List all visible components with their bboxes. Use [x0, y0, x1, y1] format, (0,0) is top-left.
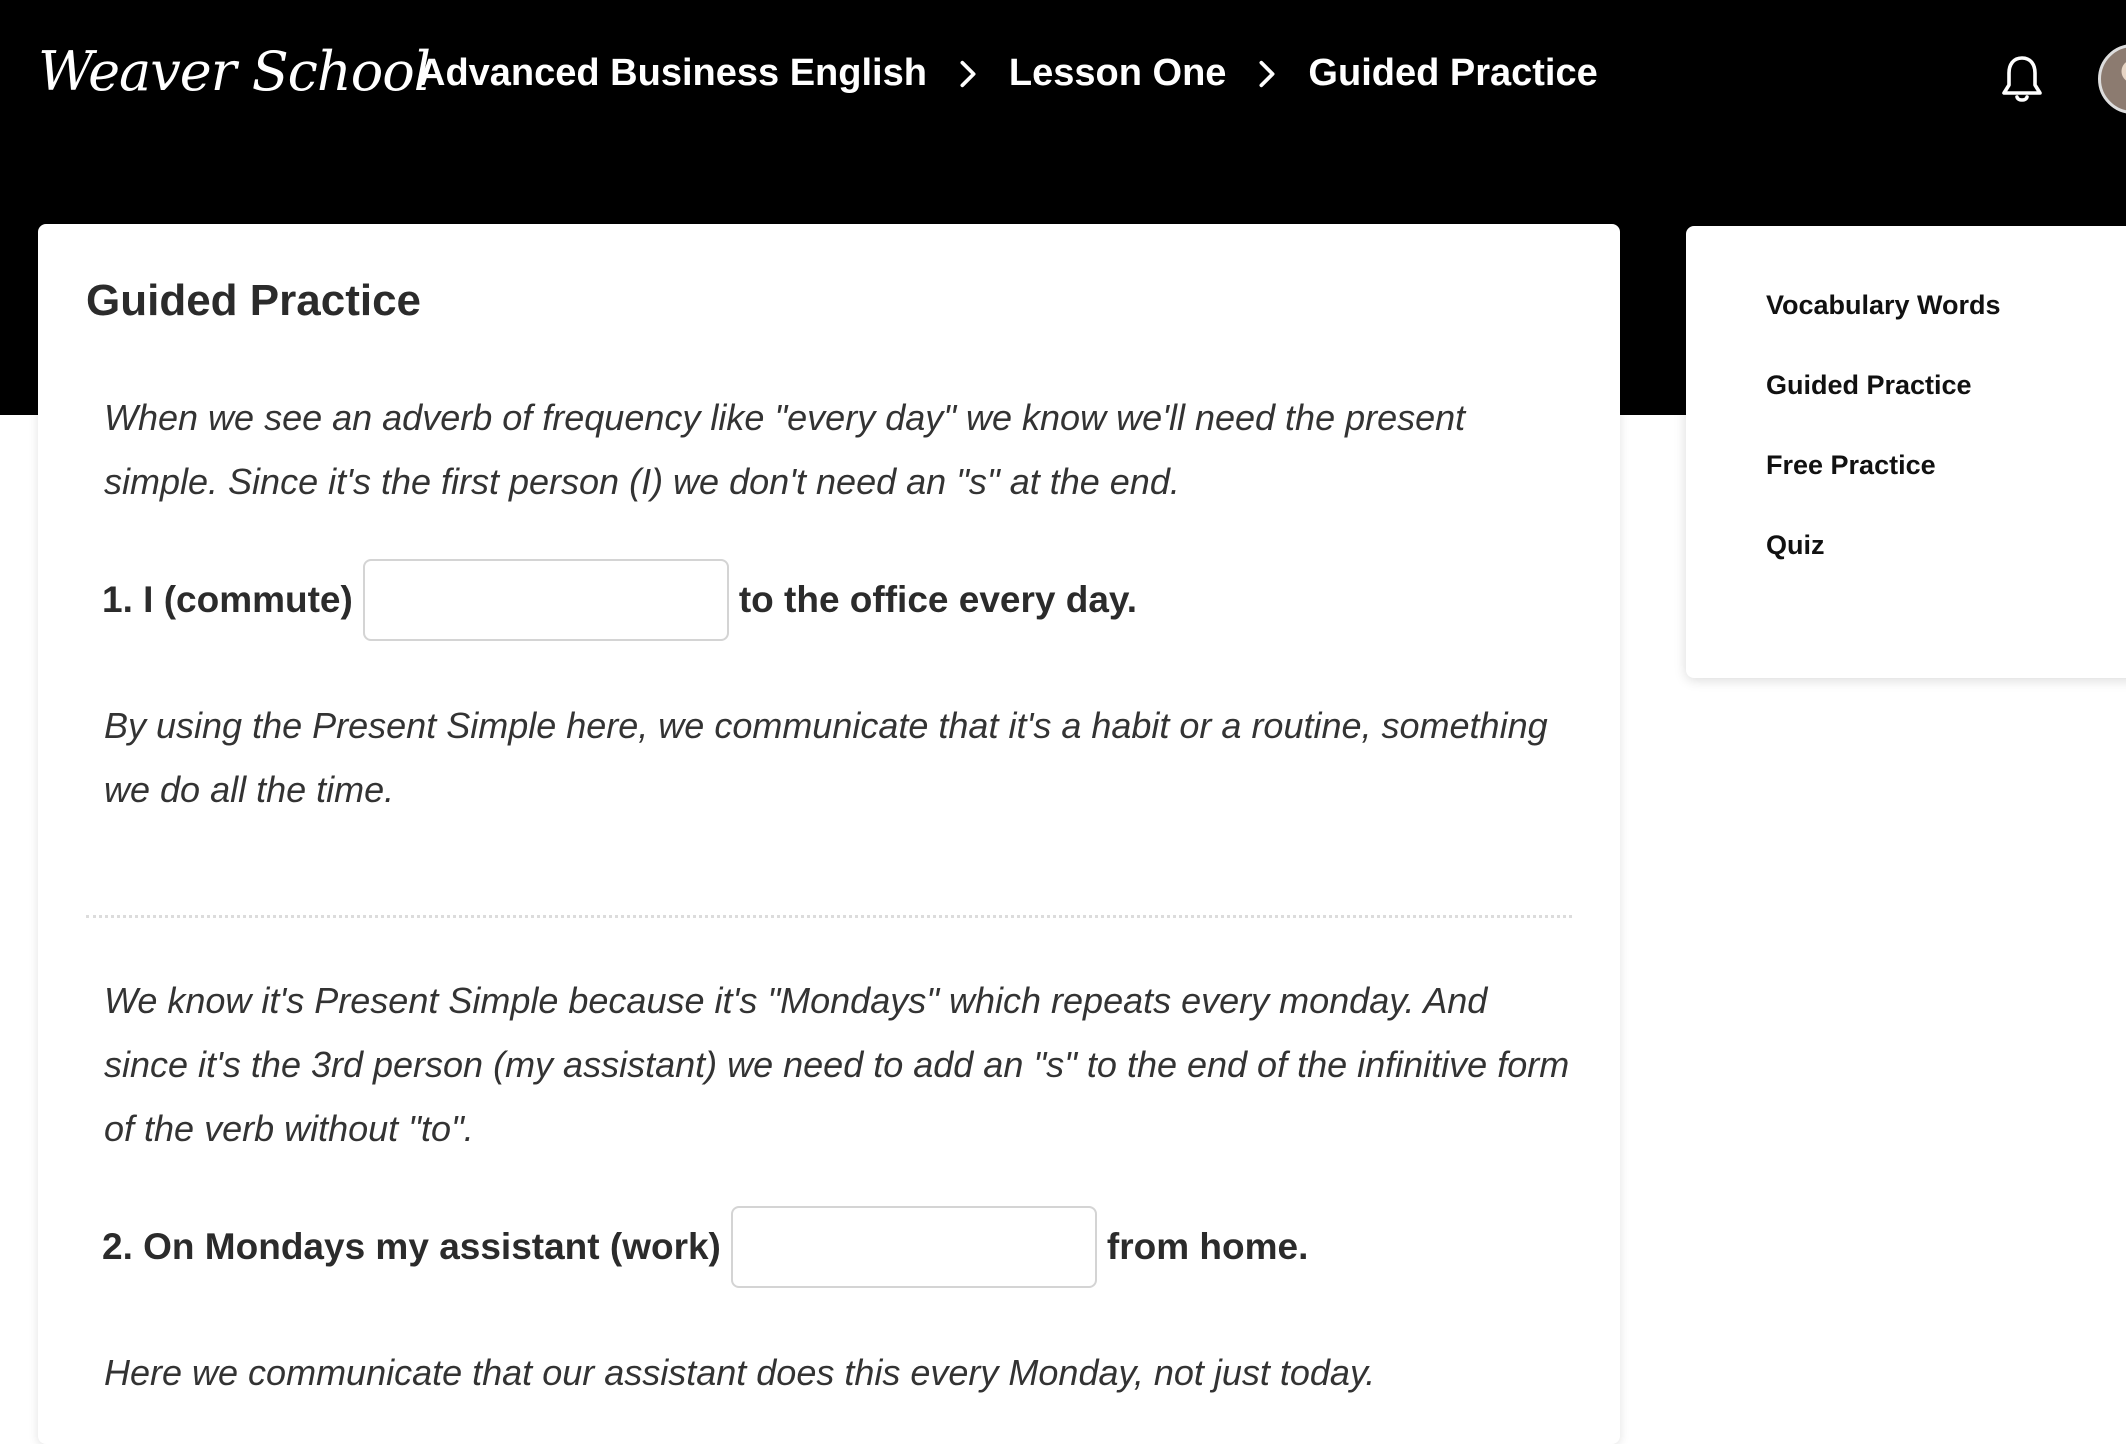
- answer-input-1[interactable]: [362, 559, 729, 641]
- lesson-navigation-sidebar: Vocabulary Words Guided Practice Free Pr…: [1686, 226, 2126, 678]
- breadcrumb-current: Guided Practice: [1308, 52, 1598, 94]
- explanation-text: Here we communicate that our assistant d…: [104, 1352, 1376, 1393]
- question-prefix: 2. On Mondays my assistant (work): [102, 1226, 721, 1267]
- question-suffix: from home.: [1106, 1226, 1309, 1267]
- breadcrumb-course[interactable]: Advanced Business English: [418, 52, 927, 95]
- explanation-text: When we see an adverb of frequency like …: [104, 397, 1466, 502]
- page-title: Guided Practice: [86, 276, 422, 325]
- explanation-text: By using the Present Simple here, we com…: [104, 705, 1548, 810]
- answer-input-2[interactable]: [730, 1206, 1097, 1288]
- sidebar-item-guided-practice[interactable]: Guided Practice: [1766, 370, 1972, 401]
- section-divider: [86, 915, 1572, 918]
- question-2: 2. On Mondays my assistant (work) from h…: [102, 1206, 1308, 1288]
- sidebar-item-vocabulary-words[interactable]: Vocabulary Words: [1766, 290, 2001, 321]
- breadcrumb: Advanced Business English Lesson One Gui…: [418, 52, 1598, 95]
- question-1: 1. I (commute) to the office every day.: [102, 559, 1137, 641]
- chevron-right-icon: [960, 60, 976, 87]
- avatar[interactable]: [2098, 44, 2126, 114]
- chevron-right-icon: [1259, 60, 1275, 87]
- question-prefix: 1. I (commute): [102, 579, 353, 620]
- explanation-text: We know it's Present Simple because it's…: [104, 980, 1570, 1149]
- question-suffix: to the office every day.: [738, 579, 1138, 620]
- sidebar-item-free-practice[interactable]: Free Practice: [1766, 450, 1936, 481]
- top-navigation: Weaver School Advanced Business English …: [0, 0, 2126, 156]
- sidebar-item-quiz[interactable]: Quiz: [1766, 530, 1825, 561]
- guided-practice-card: Guided Practice When we see an adverb of…: [38, 224, 1620, 1444]
- bell-icon[interactable]: [1998, 52, 2046, 108]
- breadcrumb-lesson[interactable]: Lesson One: [1009, 52, 1227, 95]
- logo[interactable]: Weaver School: [38, 40, 431, 103]
